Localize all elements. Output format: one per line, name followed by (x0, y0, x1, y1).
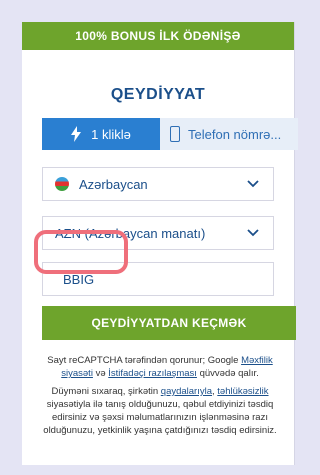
tab-phone-number[interactable]: Telefon nömrə... (160, 118, 298, 150)
bonus-banner-text: 100% BONUS İLK ÖDƏNİŞƏ (75, 29, 241, 43)
recaptcha-middle: və (92, 368, 109, 379)
azerbaijan-flag-icon (55, 177, 69, 191)
terms-notice: Düyməni sıxaraq, şirkətin qaydalarıyla, … (36, 385, 284, 437)
tab-phone-number-label: Telefon nömrə... (188, 126, 282, 142)
terms-prefix: Düyməni sıxaraq, şirkətin (51, 386, 161, 397)
phone-icon (170, 126, 180, 142)
register-button[interactable]: QEYDİYYATDAN KEÇMƏK (42, 306, 296, 340)
terms-suffix: siyasətiyla ilə tanış olduğunuzu, qəbul … (43, 399, 277, 436)
tab-one-click[interactable]: 1 kliklə (42, 118, 160, 150)
chevron-down-icon (247, 180, 259, 188)
bonus-banner: 100% BONUS İLK ÖDƏNİŞƏ (22, 22, 294, 50)
rules-link[interactable]: qaydalarıyla (161, 386, 212, 397)
recaptcha-prefix: Sayt reCAPTCHA tərəfindən qorunur; Googl… (47, 355, 242, 366)
promo-code-highlight (34, 230, 128, 274)
registration-tabs: 1 kliklə Telefon nömrə... (42, 118, 298, 150)
recaptcha-suffix: qüvvədə qalır. (196, 368, 259, 379)
page-title: QEYDİYYAT (110, 86, 206, 103)
security-link[interactable]: təhlükəsizlik (217, 386, 268, 397)
lightning-icon (71, 126, 82, 142)
recaptcha-notice: Sayt reCAPTCHA tərəfindən qorunur; Googl… (40, 354, 280, 380)
user-agreement-link[interactable]: İstifadəçi razılaşması (108, 368, 197, 379)
country-select[interactable]: Azərbaycan (42, 167, 274, 201)
country-select-value: Azərbaycan (79, 176, 148, 192)
chevron-down-icon (247, 229, 259, 237)
tab-one-click-label: 1 kliklə (91, 126, 131, 142)
